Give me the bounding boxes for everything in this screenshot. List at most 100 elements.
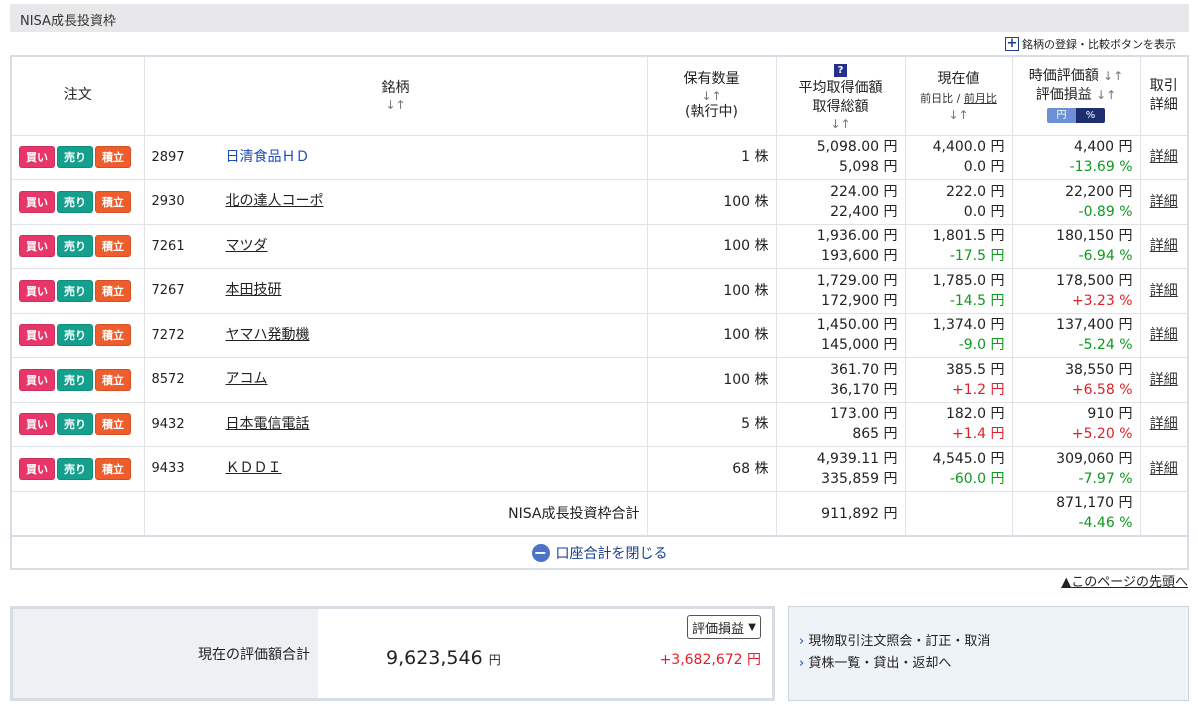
help-icon[interactable]: ? bbox=[834, 64, 847, 78]
price-change: -9.0 円 bbox=[958, 337, 1005, 354]
sell-button[interactable]: 売り bbox=[57, 190, 93, 213]
stock-name-link[interactable]: 日清食品ＨＤ bbox=[226, 149, 310, 165]
detail-cell: 詳細 bbox=[1139, 179, 1189, 225]
buy-button[interactable]: 買い bbox=[19, 324, 55, 347]
stock-cell: 7272 ヤマハ発動機 bbox=[143, 312, 648, 358]
detail-link[interactable]: 詳細 bbox=[1150, 372, 1178, 388]
stock-code: 9433 bbox=[151, 461, 185, 477]
page-top-link[interactable]: ▲このページの先頭へ bbox=[1061, 571, 1188, 590]
sell-button[interactable]: 売り bbox=[57, 146, 93, 169]
toggle-yen[interactable]: 円 bbox=[1047, 108, 1076, 124]
buy-button[interactable]: 買い bbox=[19, 279, 55, 302]
stock-code: 8572 bbox=[151, 372, 185, 388]
stock-name-link[interactable]: 日本電信電話 bbox=[226, 416, 310, 432]
stock-name-link[interactable]: ヤマハ発動機 bbox=[226, 327, 310, 343]
header-pl-line: 評価損益 ↓↑ bbox=[1020, 86, 1133, 105]
accumulate-button[interactable]: 積立 bbox=[95, 279, 131, 302]
accumulate-button[interactable]: 積立 bbox=[95, 324, 131, 347]
month-change-option[interactable]: 前月比 bbox=[964, 92, 997, 105]
accumulate-button[interactable]: 積立 bbox=[95, 190, 131, 213]
current-price: 4,545.0 円 bbox=[932, 450, 1005, 467]
detail-link[interactable]: 詳細 bbox=[1150, 461, 1178, 477]
stock-code: 7272 bbox=[151, 327, 185, 343]
detail-link[interactable]: 詳細 bbox=[1150, 149, 1178, 165]
sort-icon[interactable]: ↓↑ bbox=[655, 89, 769, 103]
accumulate-button[interactable]: 積立 bbox=[95, 368, 131, 391]
header-name-label: 銘柄 bbox=[381, 80, 410, 97]
accumulate-button[interactable]: 積立 bbox=[95, 457, 131, 480]
order-inquiry-link[interactable]: 現物取引注文照会・訂正・取消 bbox=[799, 631, 1178, 653]
buy-button[interactable]: 買い bbox=[19, 457, 55, 480]
buy-button[interactable]: 買い bbox=[19, 413, 55, 436]
header-avg-label: 平均取得価額 bbox=[798, 80, 883, 97]
accumulate-button[interactable]: 積立 bbox=[95, 413, 131, 436]
stock-name-link[interactable]: 北の達人コーポ bbox=[226, 193, 324, 209]
close-account-total-button[interactable]: − 口座合計を閉じる bbox=[10, 537, 1189, 570]
order-buttons-cell: 買い 売り 積立 bbox=[10, 312, 145, 358]
header-qty[interactable]: 保有数量 ↓↑ (執行中) bbox=[646, 55, 777, 136]
header-value-label: 時価評価額 bbox=[1028, 68, 1099, 85]
total-cost: 22,400 円 bbox=[830, 203, 898, 220]
value-cell: 180,150 円 -6.94 % bbox=[1011, 223, 1141, 269]
sort-icon[interactable]: ↓↑ bbox=[784, 117, 898, 131]
price-change: +1.2 円 bbox=[952, 381, 1005, 398]
sell-button[interactable]: 売り bbox=[57, 457, 93, 480]
stock-name-link[interactable]: マツダ bbox=[226, 238, 268, 254]
stock-cell: 2930 北の達人コーポ bbox=[143, 179, 648, 225]
table-row: 買い 売り 積立 9433 ＫＤＤＩ 68 株 4,939.11 円 335,859 円 4,5… bbox=[10, 446, 1189, 492]
quantity: 100 株 bbox=[646, 223, 777, 269]
sort-icon[interactable]: ↓↑ bbox=[152, 98, 640, 112]
sell-button[interactable]: 売り bbox=[57, 235, 93, 258]
quantity: 100 株 bbox=[646, 357, 777, 403]
header-current[interactable]: 現在値 前日比 / 前月比 ↓↑ bbox=[904, 55, 1013, 136]
detail-link[interactable]: 詳細 bbox=[1150, 416, 1178, 432]
detail-link[interactable]: 詳細 bbox=[1150, 238, 1178, 254]
header-avg-price[interactable]: ? 平均取得価額 取得総額 ↓↑ bbox=[775, 55, 906, 136]
market-value: 137,400 円 bbox=[1056, 317, 1133, 334]
toggle-percent[interactable]: % bbox=[1076, 108, 1105, 124]
avg-price: 361.70 円 bbox=[830, 361, 898, 378]
avg-price: 1,450.00 円 bbox=[816, 317, 898, 334]
detail-link[interactable]: 詳細 bbox=[1150, 194, 1178, 210]
price-cell: 222.0 円 0.0 円 bbox=[904, 179, 1013, 225]
sort-icon[interactable]: ↓↑ bbox=[913, 108, 1005, 122]
buy-button[interactable]: 買い bbox=[19, 368, 55, 391]
avg-price: 5,098.00 円 bbox=[816, 139, 898, 156]
chevron-down-icon: ▼ bbox=[748, 621, 756, 633]
stock-name-link[interactable]: ＫＤＤＩ bbox=[226, 460, 282, 476]
value-cell: 4,400 円 -13.69 % bbox=[1011, 134, 1141, 180]
total-pl: -4.46 % bbox=[1078, 515, 1133, 532]
stock-name-link[interactable]: 本田技研 bbox=[226, 282, 282, 298]
summary-unit: 円 bbox=[488, 653, 501, 667]
buy-button[interactable]: 買い bbox=[19, 190, 55, 213]
sort-icon[interactable]: ↓↑ bbox=[1096, 88, 1116, 102]
sell-button[interactable]: 売り bbox=[57, 324, 93, 347]
buy-button[interactable]: 買い bbox=[19, 235, 55, 258]
accumulate-button[interactable]: 積立 bbox=[95, 235, 131, 258]
stock-name-link[interactable]: アコム bbox=[226, 371, 268, 387]
section-title: NISA成長投資枠 bbox=[10, 4, 1189, 32]
yen-percent-toggle[interactable]: 円 % bbox=[1047, 108, 1105, 124]
header-qty-sub: (執行中) bbox=[685, 103, 738, 120]
detail-link[interactable]: 詳細 bbox=[1150, 283, 1178, 299]
header-market-value[interactable]: 時価評価額 ↓↑ 評価損益 ↓↑ 円 % bbox=[1011, 55, 1141, 136]
table-row: 買い 売り 積立 2897 日清食品ＨＤ 1 株 5,098.00 円 5,098 円 4,40… bbox=[10, 134, 1189, 180]
accumulate-button[interactable]: 積立 bbox=[95, 146, 131, 169]
current-price: 1,801.5 円 bbox=[932, 228, 1005, 245]
current-price: 182.0 円 bbox=[945, 406, 1005, 423]
market-value: 910 円 bbox=[1087, 406, 1133, 423]
price-cell: 4,545.0 円 -60.0 円 bbox=[904, 446, 1013, 492]
header-name[interactable]: 銘柄 ↓↑ bbox=[143, 55, 648, 136]
buy-button[interactable]: 買い bbox=[19, 146, 55, 169]
sell-button[interactable]: 売り bbox=[57, 279, 93, 302]
day-change-option[interactable]: 前日比 bbox=[920, 92, 953, 105]
sort-icon[interactable]: ↓↑ bbox=[1103, 69, 1123, 83]
summary-select[interactable]: 評価損益 ▼ bbox=[687, 615, 761, 639]
sell-button[interactable]: 売り bbox=[57, 413, 93, 436]
stock-lending-link[interactable]: 貸株一覧・貸出・返却へ bbox=[799, 653, 1178, 675]
sell-button[interactable]: 売り bbox=[57, 368, 93, 391]
holdings-table: 注文 銘柄 ↓↑ 保有数量 ↓↑ (執行中) ? 平均取得価額 取得総額 ↓↑ … bbox=[10, 55, 1189, 537]
value-cell: 178,500 円 +3.23 % bbox=[1011, 268, 1141, 314]
detail-link[interactable]: 詳細 bbox=[1150, 327, 1178, 343]
register-compare-link[interactable]: + 銘柄の登録・比較ボタンを表示 bbox=[1005, 36, 1176, 52]
